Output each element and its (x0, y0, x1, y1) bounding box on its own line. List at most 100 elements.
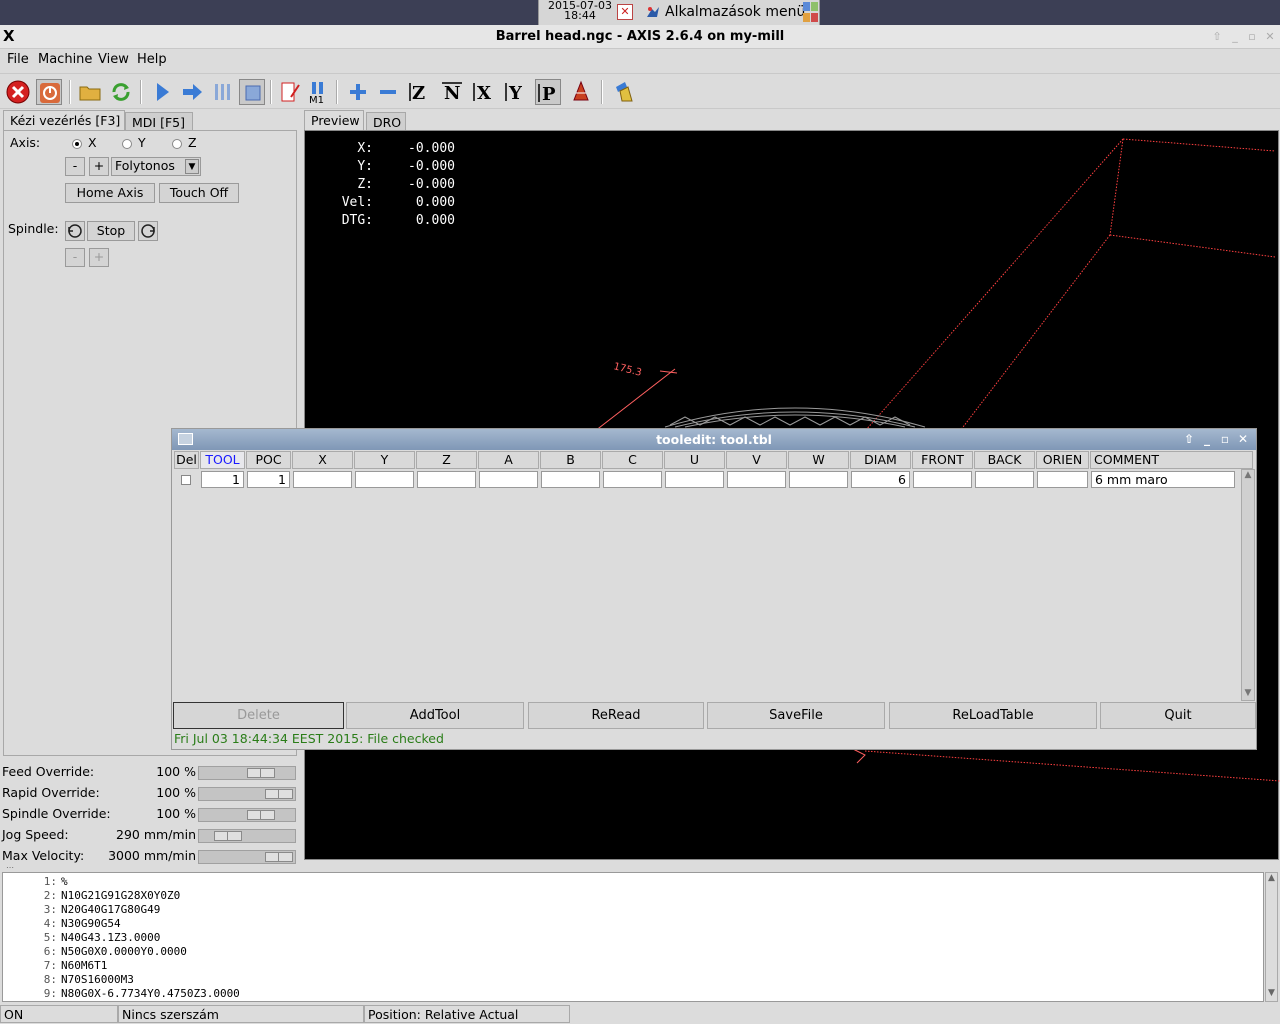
estop-icon[interactable] (5, 79, 31, 105)
gcode-line-text: N30G90G54 (61, 917, 121, 930)
run-icon[interactable] (149, 79, 175, 105)
override-value: 100 % (156, 764, 196, 779)
scroll-up-icon[interactable]: ▲ (1266, 873, 1277, 885)
gcode-line-text: N80G0X-6.7734Y0.4750Z3.0000 (61, 987, 240, 1000)
jog-minus-button[interactable]: - (65, 157, 85, 176)
dro-value: -0.000 (408, 159, 455, 174)
shade-icon[interactable]: ⇧ (1210, 30, 1224, 44)
dimension-label: 175.3 (612, 361, 642, 379)
zoom-out-icon[interactable] (375, 79, 401, 105)
quit-button[interactable]: Quit (1100, 702, 1256, 729)
override-slider[interactable] (198, 766, 296, 780)
gcode-line[interactable]: 9: N80G0X-6.7734Y0.4750Z3.0000 (3, 987, 240, 1001)
override-label: Rapid Override: (2, 785, 100, 800)
view-p-icon[interactable]: P (535, 79, 561, 105)
svg-text:Y: Y (508, 83, 523, 104)
clear-plot-icon[interactable] (611, 79, 637, 105)
tab-mdi[interactable]: MDI [F5] (125, 112, 193, 130)
axis-y-radio[interactable] (122, 139, 132, 149)
tray-icon[interactable] (802, 1, 819, 23)
gcode-line[interactable]: 4: N30G90G54 (3, 917, 121, 931)
spindle-stop-button[interactable]: Stop (87, 221, 135, 241)
step-icon[interactable] (179, 79, 205, 105)
slider-thumb[interactable] (247, 810, 275, 820)
minimize-icon[interactable]: _ (1228, 30, 1242, 44)
dro-axis-label: Z: (357, 177, 373, 192)
gcode-line[interactable]: 1:% (3, 875, 68, 889)
spindle-ccw-icon[interactable] (65, 221, 85, 241)
spindle-faster-button[interactable]: + (89, 248, 109, 267)
gcode-scrollbar[interactable]: ▲ ▼ (1265, 872, 1278, 1002)
maximize-icon[interactable]: ▫ (1245, 30, 1259, 44)
slider-thumb[interactable] (247, 768, 275, 778)
tooledit-status: Fri Jul 03 18:44:34 EEST 2015: File chec… (174, 731, 444, 746)
dro-value: -0.000 (408, 177, 455, 192)
overrides-panel: Feed Override: 100 % Rapid Override: 100 % S… (0, 760, 300, 868)
override-slider[interactable] (198, 850, 296, 864)
jog-plus-button[interactable]: + (89, 157, 109, 176)
slider-thumb[interactable] (265, 852, 293, 862)
scroll-down-icon[interactable]: ▼ (1266, 988, 1277, 1000)
open-file-icon[interactable] (77, 79, 103, 105)
optional-stop-icon[interactable]: M1 (305, 79, 331, 106)
add-tool-button[interactable]: AddTool (346, 702, 524, 729)
reread-button[interactable]: ReRead (528, 702, 704, 729)
block-delete-icon[interactable] (277, 79, 303, 105)
apps-menu-label[interactable]: Alkalmazások menü (665, 4, 805, 20)
menu-help[interactable]: Help (137, 52, 167, 67)
override-slider[interactable] (198, 808, 296, 822)
toggle-plot-icon[interactable] (568, 79, 594, 105)
tab-dro[interactable]: DRO (366, 112, 406, 130)
gcode-line[interactable]: 7: N60M6T1 (3, 959, 108, 973)
override-label: Jog Speed: (2, 827, 69, 842)
gcode-line[interactable]: 8: N70S16000M3 (3, 973, 134, 987)
tooledit-dialog: tooledit: tool.tbl ⇧ _ ▫ ✕ Del TOOL POC X Y Z… (171, 428, 1257, 750)
axis-z-radio[interactable] (172, 139, 182, 149)
axis-x-label[interactable]: X (88, 135, 97, 150)
override-value: 290 mm/min (116, 827, 196, 842)
pause-icon[interactable] (209, 79, 235, 105)
x-logo-icon[interactable]: X (3, 27, 15, 45)
clock: 2015-07-03 18:44 (548, 0, 612, 22)
axis-x-radio[interactable] (72, 139, 82, 149)
spindle-label: Spindle: (8, 221, 59, 236)
save-file-button[interactable]: SaveFile (707, 702, 885, 729)
tab-preview[interactable]: Preview (304, 110, 364, 130)
view-y-icon[interactable]: Y (503, 79, 529, 105)
menu-file[interactable]: File (7, 52, 29, 67)
gcode-line[interactable]: 5: N40G43.1Z3.0000 (3, 931, 161, 945)
tab-manual-control[interactable]: Kézi vezérlés [F3] (3, 110, 125, 130)
stop-icon[interactable] (239, 79, 265, 105)
override-slider[interactable] (198, 829, 296, 843)
menubar: File Machine View Help (0, 49, 1280, 71)
axis-y-label[interactable]: Y (138, 135, 146, 150)
spindle-cw-icon[interactable] (138, 221, 158, 241)
menu-view[interactable]: View (98, 52, 129, 67)
zoom-in-icon[interactable] (345, 79, 371, 105)
machine-power-icon[interactable] (36, 79, 62, 105)
window-close-icon[interactable]: ✕ (1263, 30, 1277, 44)
gcode-line-number: 4: (43, 917, 57, 930)
slider-thumb[interactable] (265, 789, 293, 799)
spindle-slower-button[interactable]: - (65, 248, 85, 267)
view-z2-icon[interactable]: N (439, 79, 465, 105)
axis-z-label[interactable]: Z (188, 135, 197, 150)
gcode-listing[interactable]: 1:% 2: N10G21G91G28X0Y0Z0 3: N20G40G17G80G49… (2, 872, 1264, 1002)
touch-off-button[interactable]: Touch Off (159, 183, 239, 203)
menu-machine[interactable]: Machine (38, 52, 92, 67)
close-icon[interactable]: ✕ (617, 4, 633, 20)
gcode-line[interactable]: 2: N10G21G91G28X0Y0Z0 (3, 889, 180, 903)
override-slider[interactable] (198, 787, 296, 801)
view-x-icon[interactable]: X (471, 79, 497, 105)
apps-menu-icon[interactable] (645, 4, 661, 20)
gcode-line[interactable]: 3: N20G40G17G80G49 (3, 903, 161, 917)
reload-table-button[interactable]: ReLoadTable (889, 702, 1097, 729)
reload-icon[interactable] (108, 79, 134, 105)
home-axis-button[interactable]: Home Axis (65, 183, 155, 203)
delete-button[interactable]: Delete (173, 702, 344, 729)
gcode-line[interactable]: 6: N50G0X0.0000Y0.0000 (3, 945, 187, 959)
view-z-icon[interactable]: Z (407, 79, 433, 105)
resize-handle[interactable]: ⋯ (6, 863, 14, 872)
slider-thumb[interactable] (214, 831, 242, 841)
jog-mode-select[interactable]: Folytonos ▼ (111, 157, 201, 176)
